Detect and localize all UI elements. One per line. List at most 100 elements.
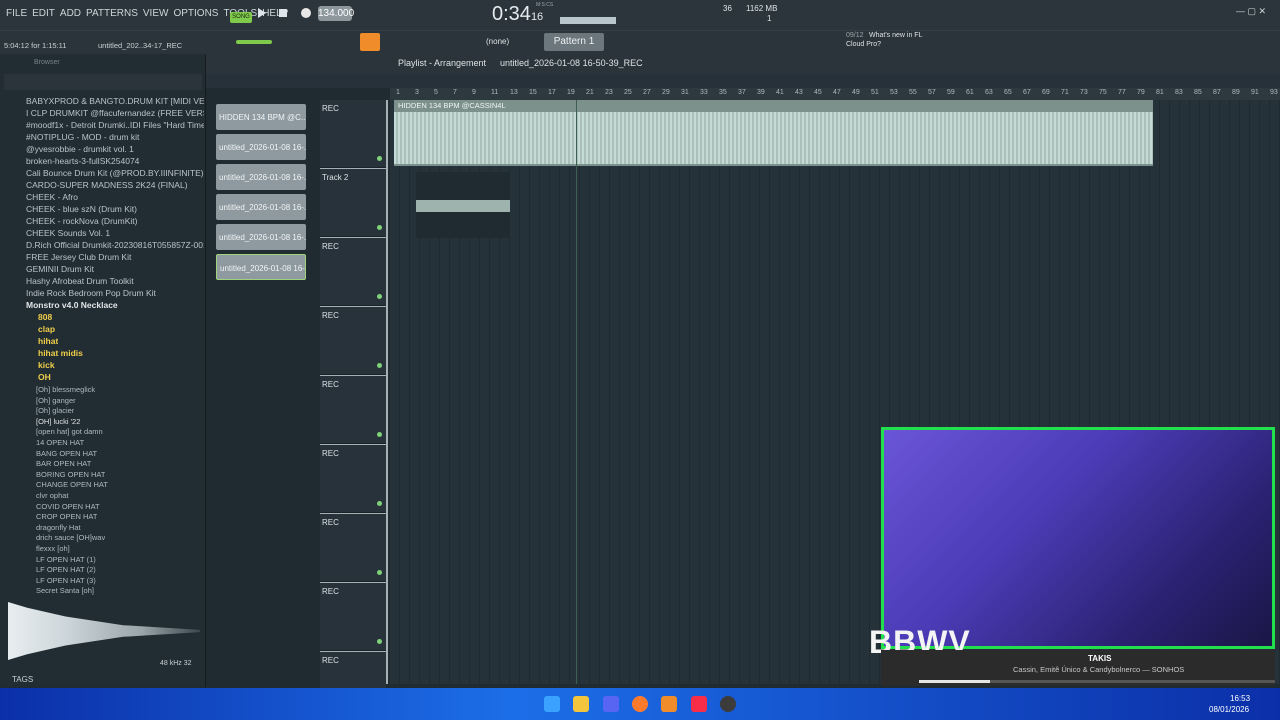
track-led-icon[interactable]: [377, 225, 382, 230]
menu-add[interactable]: ADD: [60, 0, 81, 28]
track-header[interactable]: REC: [320, 445, 386, 513]
browser-file[interactable]: dragonfly Hat: [36, 523, 81, 532]
browser-file[interactable]: [open hat] got damn: [36, 427, 103, 436]
track-header[interactable]: REC: [320, 238, 386, 306]
news-line1[interactable]: What's new in FL: [869, 32, 922, 39]
browser-folder[interactable]: CHEEK Sounds Vol. 1: [26, 228, 204, 238]
browser-subfolder[interactable]: 808: [38, 312, 52, 322]
browser-file[interactable]: [Oh] ganger: [36, 396, 76, 405]
track-header[interactable]: REC: [320, 307, 386, 375]
browser-file[interactable]: [Oh] glacier: [36, 406, 74, 415]
stop-button[interactable]: [279, 9, 287, 17]
track-name: REC: [322, 656, 339, 665]
browser-file[interactable]: CHANGE OPEN HAT: [36, 480, 108, 489]
browser-folder[interactable]: CHEEK - rockNova (DrumKit): [26, 216, 204, 226]
browser-file[interactable]: [OH] lucki '22: [36, 417, 80, 426]
obs-icon[interactable]: [720, 696, 736, 712]
bar-number: 39: [757, 89, 765, 96]
master-volume-slider[interactable]: [236, 40, 272, 44]
menu-options[interactable]: OPTIONS: [173, 0, 218, 28]
audio-clip-small[interactable]: [416, 172, 510, 238]
browser-file[interactable]: LF OPEN HAT (2): [36, 565, 96, 574]
discord-icon[interactable]: [603, 696, 619, 712]
browser-folder[interactable]: #NOTIPLUG - MOD - drum kit: [26, 132, 204, 142]
menu-file[interactable]: FILE: [6, 0, 27, 28]
pattern-item[interactable]: untitled_2026-01-08 16-...: [216, 164, 306, 190]
browser-subfolder[interactable]: OH: [38, 372, 51, 382]
browser-subfolder[interactable]: hihat midis: [38, 348, 83, 358]
bar-number: 27: [643, 89, 651, 96]
browser-folder[interactable]: Indie Rock Bedroom Pop Drum Kit: [26, 288, 204, 298]
browser-file[interactable]: flexxx [oh]: [36, 544, 70, 553]
fl-studio-icon[interactable]: [661, 696, 677, 712]
browser-file[interactable]: BORING OPEN HAT: [36, 470, 105, 479]
browser-subfolder[interactable]: kick: [38, 360, 55, 370]
browser-file[interactable]: BAR OPEN HAT: [36, 459, 91, 468]
window-controls[interactable]: — ▢ ✕: [1236, 6, 1266, 17]
track-header[interactable]: Track 2: [320, 169, 386, 237]
browser-folder[interactable]: Monstro v4.0 Necklace: [26, 300, 204, 310]
browser-folder[interactable]: #moodf1x - Detroit Drumki..IDI Files "Ha…: [26, 120, 204, 130]
pattern-item[interactable]: untitled_2026-01-08 16-...: [216, 194, 306, 220]
browser-file[interactable]: [Oh] blessmeglick: [36, 385, 95, 394]
menu-view[interactable]: VIEW: [143, 0, 169, 28]
browser-folder[interactable]: GEMINII Drum Kit: [26, 264, 204, 274]
menu-patterns[interactable]: PATTERNS: [86, 0, 138, 28]
windows-start-icon[interactable]: [544, 696, 560, 712]
track-led-icon[interactable]: [377, 501, 382, 506]
browser-folder[interactable]: Cali Bounce Drum Kit (@PROD.BY.IIINFINIT…: [26, 168, 204, 178]
track-led-icon[interactable]: [377, 363, 382, 368]
browser-file[interactable]: BANG OPEN HAT: [36, 449, 97, 458]
browser-file[interactable]: 14 OPEN HAT: [36, 438, 84, 447]
track-led-icon[interactable]: [377, 639, 382, 644]
browser-folder[interactable]: CHEEK - Afro: [26, 192, 204, 202]
snap-select[interactable]: (none): [486, 37, 509, 46]
browser-folder[interactable]: I CLP DRUMKIT @ffacufernandez (FREE VERS…: [26, 108, 204, 118]
file-explorer-icon[interactable]: [573, 696, 589, 712]
browser-folder[interactable]: BABYXPROD & BANGTO.DRUM KIT [MIDI VERSIO…: [26, 96, 204, 106]
pattern-select[interactable]: Pattern 1: [544, 33, 604, 51]
browser-file[interactable]: CROP OPEN HAT: [36, 512, 97, 521]
pattern-item[interactable]: untitled_2026-01-08 16-...: [216, 134, 306, 160]
browser-file[interactable]: LF OPEN HAT (3): [36, 576, 96, 585]
tags-label[interactable]: TAGS: [12, 675, 33, 684]
track-header[interactable]: REC: [320, 376, 386, 444]
track-header[interactable]: REC: [320, 583, 386, 651]
browser-folder[interactable]: @yvesrobbie - drumkit vol. 1: [26, 144, 204, 154]
track-led-icon[interactable]: [377, 570, 382, 575]
song-mode-toggle[interactable]: SONG: [230, 12, 252, 23]
track-name: REC: [322, 311, 339, 320]
track-led-icon[interactable]: [377, 432, 382, 437]
browser-subfolder[interactable]: clap: [38, 324, 55, 334]
browser-folder[interactable]: Hashy Afrobeat Drum Toolkit: [26, 276, 204, 286]
firefox-icon[interactable]: [632, 696, 648, 712]
record-button[interactable]: [301, 8, 311, 18]
pattern-item[interactable]: untitled_2026-01-08 16-...: [216, 224, 306, 250]
pattern-item-selected[interactable]: untitled_2026-01-08 16-...: [216, 254, 306, 280]
audio-clip[interactable]: HIDDEN 134 BPM @CASSIN4L: [394, 100, 1153, 166]
browser-file[interactable]: LF OPEN HAT (1): [36, 555, 96, 564]
browser-file[interactable]: drich sauce [OH]wav: [36, 533, 105, 542]
browser-folder[interactable]: D.Rich Official Drumkit-20230816T055857Z…: [26, 240, 204, 250]
webcam-overlay: [881, 427, 1275, 649]
browser-folder[interactable]: CARDO-SUPER MADNESS 2K24 (FINAL): [26, 180, 204, 190]
menu-edit[interactable]: EDIT: [32, 0, 55, 28]
browser-file[interactable]: clvr ophat: [36, 491, 69, 500]
pattern-item[interactable]: HIDDEN 134 BPM @C...: [216, 104, 306, 130]
browser-file[interactable]: COVID OPEN HAT: [36, 502, 100, 511]
browser-subfolder[interactable]: hihat: [38, 336, 58, 346]
browser-file[interactable]: Secret Santa [oh]: [36, 586, 94, 595]
play-button[interactable]: [258, 8, 266, 18]
track-header[interactable]: REC: [320, 514, 386, 582]
timeline-ruler[interactable]: 1 3 5 7 9 11 13 15 17 19 21 23 25 27 29 31 33 35 37 39 41 43 4…: [390, 88, 1280, 100]
news-line2[interactable]: Cloud Pro?: [846, 41, 881, 48]
track-header[interactable]: REC: [320, 100, 386, 168]
track-led-icon[interactable]: [377, 294, 382, 299]
playlist-tool-button[interactable]: [360, 33, 380, 51]
browser-folder[interactable]: broken-hearts-3-fullSK254074: [26, 156, 204, 166]
music-icon[interactable]: [691, 696, 707, 712]
browser-folder[interactable]: FREE Jersey Club Drum Kit: [26, 252, 204, 262]
browser-folder[interactable]: CHEEK - blue szN (Drum Kit): [26, 204, 204, 214]
track-led-icon[interactable]: [377, 156, 382, 161]
tempo-display[interactable]: 134.000: [318, 6, 354, 21]
